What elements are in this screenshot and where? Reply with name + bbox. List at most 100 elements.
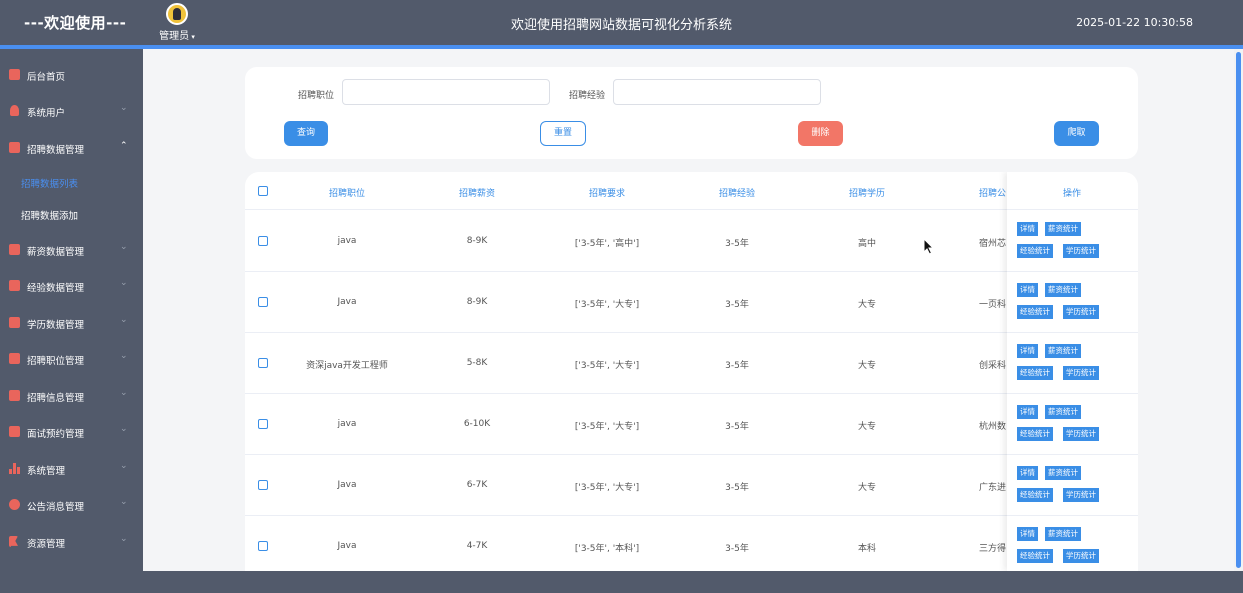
row-checkbox[interactable]: [258, 541, 268, 551]
sidebar-item-experience-data[interactable]: 经验数据管理 ⌄: [0, 274, 143, 298]
education-stats-button[interactable]: 学历统计: [1063, 488, 1099, 502]
salary-stats-button[interactable]: 薪资统计: [1045, 466, 1081, 480]
sidebar-item-label: 系统用户: [27, 108, 66, 119]
salary-stats-button[interactable]: 薪资统计: [1045, 344, 1081, 358]
reset-button[interactable]: 重置: [540, 121, 586, 146]
cell-requirement: ['3-5年', '大专']: [574, 422, 640, 432]
check-square-icon: [9, 353, 20, 364]
check-square-icon: [9, 317, 20, 328]
table-row[interactable]: java 8-9K ['3-5年', '高中'] 3-5年 高中 宿州芯: [245, 211, 1138, 272]
sidebar-item-recruit-info[interactable]: 招聘信息管理 ⌄: [0, 384, 143, 408]
table-row[interactable]: 资深java开发工程师 5-8K ['3-5年', '大专'] 3-5年 大专 …: [245, 333, 1138, 394]
salary-stats-button[interactable]: 薪资统计: [1045, 527, 1081, 541]
detail-button[interactable]: 详情: [1017, 527, 1038, 541]
education-stats-button[interactable]: 学历统计: [1063, 549, 1099, 563]
sidebar-item-education-data[interactable]: 学历数据管理 ⌄: [0, 311, 143, 335]
mouse-cursor-icon: [923, 238, 935, 255]
sidebar-item-dashboard[interactable]: 后台首页: [0, 63, 143, 87]
row-checkbox[interactable]: [258, 419, 268, 429]
sidebar-item-label: 资源管理: [27, 539, 66, 550]
select-all-checkbox[interactable]: [258, 186, 268, 196]
system-title: 欢迎使用招聘网站数据可视化分析系统: [510, 18, 732, 33]
chevron-down-icon: ⌄: [120, 461, 128, 471]
column-header-requirement[interactable]: 招聘要求: [567, 186, 647, 199]
experience-filter-input[interactable]: [613, 79, 821, 105]
table-row[interactable]: Java 8-9K ['3-5年', '大专'] 3-5年 大专 一页科: [245, 272, 1138, 333]
cell-experience: 3-5年: [725, 239, 749, 249]
sidebar-item-system-users[interactable]: 系统用户 ⌄: [0, 99, 143, 123]
cell-education: 高中: [857, 239, 876, 249]
sidebar-item-announcements[interactable]: 公告消息管理 ⌄: [0, 493, 143, 517]
experience-stats-button[interactable]: 经验统计: [1017, 549, 1053, 563]
education-stats-button[interactable]: 学历统计: [1063, 244, 1099, 258]
detail-button[interactable]: 详情: [1017, 283, 1038, 297]
cell-education: 大专: [857, 300, 876, 310]
alert-circle-icon: [9, 499, 20, 510]
cell-experience: 3-5年: [725, 300, 749, 310]
experience-stats-button[interactable]: 经验统计: [1017, 244, 1053, 258]
cell-experience: 3-5年: [725, 483, 749, 493]
sidebar-item-recruit-data[interactable]: 招聘数据管理 ⌃: [0, 136, 143, 160]
education-stats-button[interactable]: 学历统计: [1063, 427, 1099, 441]
table-header: 招聘职位 招聘薪资 招聘要求 招聘经验 招聘学历 招聘公: [245, 172, 1138, 210]
page-scrollbar-thumb[interactable]: [1236, 52, 1241, 568]
education-stats-button[interactable]: 学历统计: [1063, 366, 1099, 380]
chevron-down-icon: ⌄: [120, 388, 128, 398]
sidebar-item-label: 招聘信息管理: [27, 393, 85, 404]
sidebar-item-system-admin[interactable]: 系统管理 ⌄: [0, 457, 143, 481]
cell-requirement: ['3-5年', '高中']: [574, 239, 640, 249]
delete-button[interactable]: 删除: [798, 121, 843, 146]
column-header-salary[interactable]: 招聘薪资: [437, 186, 517, 199]
detail-button[interactable]: 详情: [1017, 222, 1038, 236]
experience-stats-button[interactable]: 经验统计: [1017, 366, 1053, 380]
detail-button[interactable]: 详情: [1017, 466, 1038, 480]
cell-education: 大专: [857, 483, 876, 493]
row-checkbox[interactable]: [258, 358, 268, 368]
check-square-icon: [9, 142, 20, 153]
cell-company: 杭州数: [979, 422, 1007, 432]
sidebar-item-salary-data[interactable]: 薪资数据管理 ⌄: [0, 238, 143, 262]
cell-education: 大专: [857, 361, 876, 371]
experience-stats-button[interactable]: 经验统计: [1017, 305, 1053, 319]
cell-salary: 5-8K: [466, 358, 488, 368]
education-stats-button[interactable]: 学历统计: [1063, 305, 1099, 319]
column-header-experience[interactable]: 招聘经验: [697, 186, 777, 199]
column-header-education[interactable]: 招聘学历: [827, 186, 907, 199]
table-row[interactable]: Java 4-7K ['3-5年', '本科'] 3-5年 本科 三方得: [245, 516, 1138, 571]
row-checkbox[interactable]: [258, 297, 268, 307]
sidebar-item-interviews[interactable]: 面试预约管理 ⌄: [0, 420, 143, 444]
sidebar-subitem-recruit-add[interactable]: 招聘数据添加: [21, 208, 78, 222]
row-checkbox[interactable]: [258, 236, 268, 246]
position-filter-input[interactable]: [342, 79, 550, 105]
sidebar-item-label: 学历数据管理: [27, 320, 85, 331]
experience-stats-button[interactable]: 经验统计: [1017, 488, 1053, 502]
crawl-button[interactable]: 爬取: [1054, 121, 1099, 146]
cell-company: 三方得: [979, 544, 1007, 554]
operations-column: 操作 详情 薪资统计 经验统计 学历统计 详情 薪资统计 经验统计 学历统计 详…: [1007, 172, 1138, 571]
salary-stats-button[interactable]: 薪资统计: [1045, 405, 1081, 419]
chevron-down-icon: ⌄: [120, 315, 128, 325]
query-button[interactable]: 查询: [284, 121, 328, 146]
sidebar-item-resources[interactable]: 资源管理 ⌄: [0, 530, 143, 554]
column-header-position[interactable]: 招聘职位: [307, 186, 387, 199]
sidebar-subitem-recruit-list[interactable]: 招聘数据列表: [21, 176, 78, 190]
table-row[interactable]: Java 6-7K ['3-5年', '大专'] 3-5年 大专 广东进: [245, 455, 1138, 516]
sidebar: 后台首页 系统用户 ⌄ 招聘数据管理 ⌃ 招聘数据列表 招聘数据添加 薪资数据管…: [0, 49, 143, 571]
detail-button[interactable]: 详情: [1017, 344, 1038, 358]
cell-position: java: [337, 419, 357, 429]
row-checkbox[interactable]: [258, 480, 268, 490]
position-filter-label: 招聘职位: [298, 91, 335, 101]
chevron-down-icon: ⌄: [120, 351, 128, 361]
table-row[interactable]: java 6-10K ['3-5年', '大专'] 3-5年 大专 杭州数: [245, 394, 1138, 455]
salary-stats-button[interactable]: 薪资统计: [1045, 283, 1081, 297]
detail-button[interactable]: 详情: [1017, 405, 1038, 419]
column-header-actions: 操作: [1062, 189, 1081, 199]
cell-position: Java: [337, 541, 357, 551]
experience-stats-button[interactable]: 经验统计: [1017, 427, 1053, 441]
salary-stats-button[interactable]: 薪资统计: [1045, 222, 1081, 236]
sidebar-item-label: 招聘职位管理: [27, 356, 85, 367]
sidebar-item-label: 面试预约管理: [27, 429, 85, 440]
sidebar-item-positions[interactable]: 招聘职位管理 ⌄: [0, 347, 143, 371]
cell-company: 一页科: [979, 300, 1007, 310]
cell-salary: 8-9K: [466, 297, 488, 307]
